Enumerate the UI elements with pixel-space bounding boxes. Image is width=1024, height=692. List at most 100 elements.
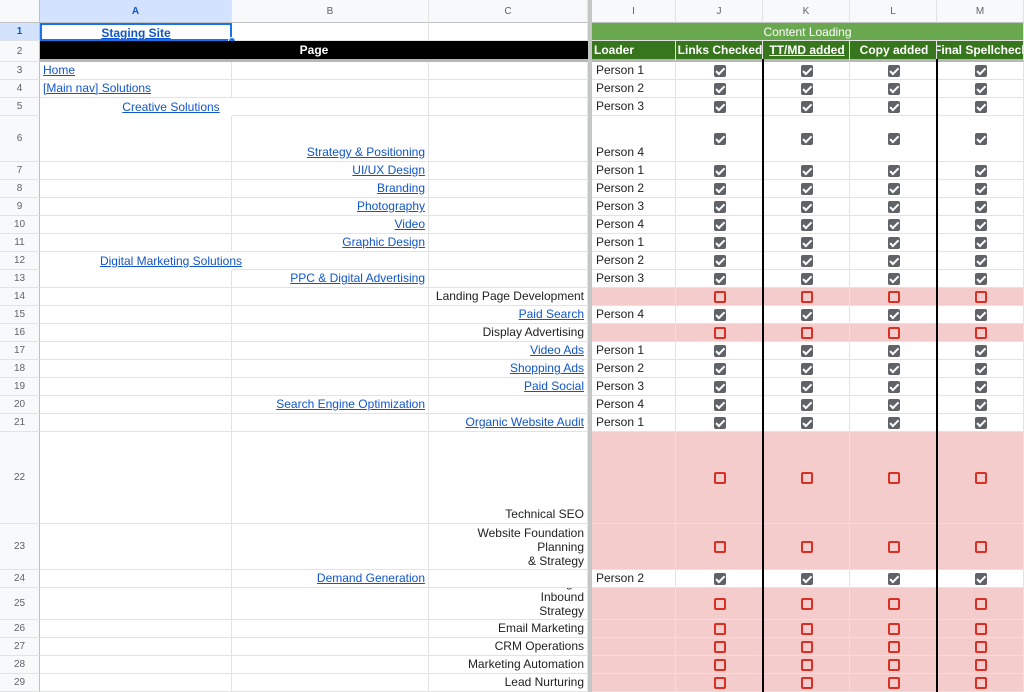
checkbox-cell[interactable] <box>676 588 763 620</box>
page-name[interactable]: PPC & Digital Advertising <box>290 270 425 286</box>
checkbox-cell[interactable] <box>850 378 937 396</box>
row-header-6[interactable]: 6 <box>0 116 40 162</box>
checked-checkbox[interactable] <box>801 255 813 267</box>
loader-cell[interactable]: Person 3 <box>592 378 676 396</box>
checked-checkbox[interactable] <box>975 417 987 429</box>
cell-c21[interactable]: Organic Website Audit <box>429 414 588 432</box>
checked-checkbox[interactable] <box>714 183 726 195</box>
checked-checkbox[interactable] <box>801 165 813 177</box>
checkbox-cell[interactable] <box>763 396 850 414</box>
checkbox-cell[interactable] <box>850 432 937 524</box>
cell-a27[interactable] <box>40 638 232 656</box>
checkbox-cell[interactable] <box>763 360 850 378</box>
row-header-8[interactable]: 8 <box>0 180 40 198</box>
cell-b10[interactable]: Video <box>232 216 429 234</box>
checkbox-cell[interactable] <box>937 656 1024 674</box>
checkbox-cell[interactable] <box>763 588 850 620</box>
row-header-16[interactable]: 16 <box>0 324 40 342</box>
unchecked-checkbox[interactable] <box>801 641 813 653</box>
row-header-18[interactable]: 18 <box>0 360 40 378</box>
checked-checkbox[interactable] <box>714 573 726 585</box>
unchecked-checkbox[interactable] <box>714 677 726 689</box>
checkbox-cell[interactable] <box>850 116 937 162</box>
checkbox-cell[interactable] <box>763 638 850 656</box>
loader-cell[interactable]: Person 2 <box>592 360 676 378</box>
checkbox-cell[interactable] <box>937 674 1024 692</box>
cell-a6[interactable] <box>40 116 232 162</box>
checkbox-cell[interactable] <box>763 620 850 638</box>
checkbox-cell[interactable] <box>937 588 1024 620</box>
checkbox-cell[interactable] <box>850 638 937 656</box>
unchecked-checkbox[interactable] <box>975 677 987 689</box>
unchecked-checkbox[interactable] <box>975 659 987 671</box>
row-header-20[interactable]: 20 <box>0 396 40 414</box>
checked-checkbox[interactable] <box>888 219 900 231</box>
checked-checkbox[interactable] <box>975 309 987 321</box>
page-name[interactable]: Home <box>43 62 75 78</box>
cell-b17[interactable] <box>232 342 429 360</box>
column-header-c[interactable]: C <box>429 0 588 23</box>
cell-b25[interactable] <box>232 588 429 620</box>
cell-a17[interactable] <box>40 342 232 360</box>
cell-c19[interactable]: Paid Social <box>429 378 588 396</box>
loader-cell[interactable]: Person 2 <box>592 80 676 98</box>
page-name[interactable]: Digital Marketing Solutions <box>100 253 242 269</box>
loader-cell[interactable] <box>592 620 676 638</box>
loader-cell[interactable]: Person 1 <box>592 234 676 252</box>
checkbox-cell[interactable] <box>850 80 937 98</box>
loader-cell[interactable]: Person 3 <box>592 98 676 116</box>
loader-cell[interactable]: Person 4 <box>592 396 676 414</box>
checkbox-cell[interactable] <box>937 98 1024 116</box>
checkbox-cell[interactable] <box>937 252 1024 270</box>
page-name[interactable]: Demand Generation <box>317 570 425 586</box>
loader-cell[interactable] <box>592 656 676 674</box>
checkbox-cell[interactable] <box>676 360 763 378</box>
checked-checkbox[interactable] <box>714 237 726 249</box>
checkbox-cell[interactable] <box>763 656 850 674</box>
cell-a12[interactable]: Digital Marketing Solutions <box>40 252 302 270</box>
checkbox-cell[interactable] <box>937 638 1024 656</box>
page-name[interactable]: Photography <box>357 198 425 214</box>
unchecked-checkbox[interactable] <box>888 291 900 303</box>
unchecked-checkbox[interactable] <box>714 623 726 635</box>
checkbox-cell[interactable] <box>763 288 850 306</box>
checked-checkbox[interactable] <box>975 201 987 213</box>
checkbox-cell[interactable] <box>676 432 763 524</box>
unchecked-checkbox[interactable] <box>714 541 726 553</box>
cell-c18[interactable]: Shopping Ads <box>429 360 588 378</box>
unchecked-checkbox[interactable] <box>975 541 987 553</box>
checkbox-cell[interactable] <box>850 98 937 116</box>
checkbox-cell[interactable] <box>676 656 763 674</box>
page-name[interactable]: Graphic Design <box>342 234 425 250</box>
row-header-11[interactable]: 11 <box>0 234 40 252</box>
checkbox-cell[interactable] <box>763 162 850 180</box>
checkbox-cell[interactable] <box>850 588 937 620</box>
checkbox-cell[interactable] <box>850 62 937 80</box>
cell-c26[interactable]: Email Marketing <box>429 620 588 638</box>
unchecked-checkbox[interactable] <box>801 598 813 610</box>
unchecked-checkbox[interactable] <box>801 472 813 484</box>
checked-checkbox[interactable] <box>714 273 726 285</box>
checkbox-cell[interactable] <box>937 216 1024 234</box>
checkbox-cell[interactable] <box>676 570 763 588</box>
checked-checkbox[interactable] <box>888 65 900 77</box>
unchecked-checkbox[interactable] <box>801 291 813 303</box>
checked-checkbox[interactable] <box>714 345 726 357</box>
row-header-1[interactable]: 1 <box>0 23 40 41</box>
loader-cell[interactable] <box>592 524 676 570</box>
checkbox-cell[interactable] <box>676 288 763 306</box>
checkbox-cell[interactable] <box>850 360 937 378</box>
page-name[interactable]: Strategy & Positioning <box>307 144 425 160</box>
checked-checkbox[interactable] <box>801 573 813 585</box>
checkbox-cell[interactable] <box>937 396 1024 414</box>
cell-b4[interactable] <box>232 80 429 98</box>
checkbox-cell[interactable] <box>676 396 763 414</box>
loader-cell[interactable]: Person 2 <box>592 570 676 588</box>
cell-b23[interactable] <box>232 524 429 570</box>
checked-checkbox[interactable] <box>888 101 900 113</box>
checkbox-cell[interactable] <box>937 414 1024 432</box>
unchecked-checkbox[interactable] <box>801 659 813 671</box>
checked-checkbox[interactable] <box>888 83 900 95</box>
checked-checkbox[interactable] <box>714 399 726 411</box>
row-header-27[interactable]: 27 <box>0 638 40 656</box>
